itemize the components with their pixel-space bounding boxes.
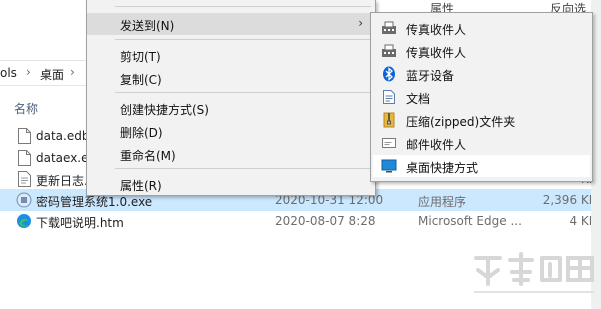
submenu-item-label: 压缩(zipped)文件夹: [406, 115, 516, 129]
file-size: 2,396 KB: [542, 193, 597, 207]
submenu-item-desktop-shortcut[interactable]: 桌面快捷方式: [373, 155, 590, 177]
menu-item-label: 剪切(T): [120, 50, 161, 64]
zip-folder-icon: [383, 112, 395, 128]
documents-icon: [383, 90, 395, 104]
menu-item-label: 删除(D): [120, 126, 163, 140]
file-date: 2020-08-07 8:28: [275, 214, 376, 228]
file-icon: [18, 128, 31, 144]
mail-icon: [382, 138, 396, 148]
submenu-item-zip-folder[interactable]: 压缩(zipped)文件夹: [373, 109, 590, 131]
submenu-item-fax-recipient[interactable]: 传真收件人: [373, 17, 590, 39]
bluetooth-icon: [383, 66, 395, 82]
submenu-item-documents[interactable]: 文档: [373, 86, 590, 108]
menu-item-delete[interactable]: 删除(D): [87, 120, 375, 142]
submenu-item-label: 传真收件人: [406, 46, 467, 60]
file-type: Microsoft Edge ...: [418, 214, 522, 228]
menu-separator: [115, 92, 371, 93]
menu-item-label: 属性(R): [120, 179, 162, 193]
app-icon: [16, 192, 32, 208]
file-name: 下载吧说明.htm: [36, 216, 124, 230]
submenu-item-label: 文档: [406, 92, 431, 106]
file-name: data.edb: [36, 129, 90, 143]
menu-separator: [115, 6, 371, 7]
submenu-item-label: 蓝牙设备: [406, 69, 455, 83]
fax-icon: [382, 44, 396, 57]
submenu-item-mail-recipient[interactable]: 邮件收件人: [373, 132, 590, 154]
file-type: 应用程序: [418, 195, 467, 209]
desktop-icon: [381, 159, 397, 173]
menu-item-label: 创建快捷方式(S): [120, 103, 209, 117]
chevron-right-icon[interactable]: ›: [26, 65, 31, 79]
submenu-item-fax-recipient[interactable]: 传真收件人: [373, 40, 590, 62]
breadcrumb-segment-desktop[interactable]: 桌面: [40, 66, 64, 83]
menu-item-properties[interactable]: 属性(R): [87, 173, 375, 195]
chevron-right-icon[interactable]: ›: [70, 65, 75, 79]
menu-item-send-to[interactable]: 发送到(N) ›: [87, 13, 375, 35]
menu-item-label: 发送到(N): [120, 19, 175, 33]
column-header-name[interactable]: 名称: [14, 100, 38, 117]
menu-separator: [115, 39, 371, 40]
menu-item-create-shortcut[interactable]: 创建快捷方式(S): [87, 97, 375, 119]
breadcrumb-segment[interactable]: ols: [0, 66, 17, 80]
chevron-right-icon: ›: [358, 16, 363, 30]
menu-item-rename[interactable]: 重命名(M): [87, 143, 375, 165]
file-icon: [18, 150, 31, 166]
edge-icon: [17, 214, 31, 228]
menu-item-label: 重命名(M): [120, 149, 176, 163]
menu-separator: [115, 168, 371, 169]
submenu-item-bluetooth[interactable]: 蓝牙设备: [373, 63, 590, 85]
text-file-icon: [18, 171, 31, 187]
fax-icon: [382, 21, 396, 34]
menu-item-label: 复制(C): [120, 73, 162, 87]
context-menu: 发送到(N) › 剪切(T) 复制(C) 创建快捷方式(S) 删除(D) 重命名…: [86, 0, 376, 196]
site-watermark-logo: [474, 252, 594, 293]
menu-item-copy[interactable]: 复制(C): [87, 67, 375, 89]
submenu-item-label: 邮件收件人: [406, 138, 467, 152]
send-to-submenu: 传真收件人 传真收件人 蓝牙设备 文档 压缩(zipped)文件夹 邮件收件人 …: [370, 12, 593, 182]
submenu-item-label: 桌面快捷方式: [406, 161, 479, 175]
file-name: 更新日志.: [36, 174, 88, 188]
file-row[interactable]: 下载吧说明.htm 2020-08-07 8:28 Microsoft Edge…: [0, 210, 601, 232]
menu-item-cut[interactable]: 剪切(T): [87, 44, 375, 66]
submenu-item-label: 传真收件人: [406, 23, 467, 37]
